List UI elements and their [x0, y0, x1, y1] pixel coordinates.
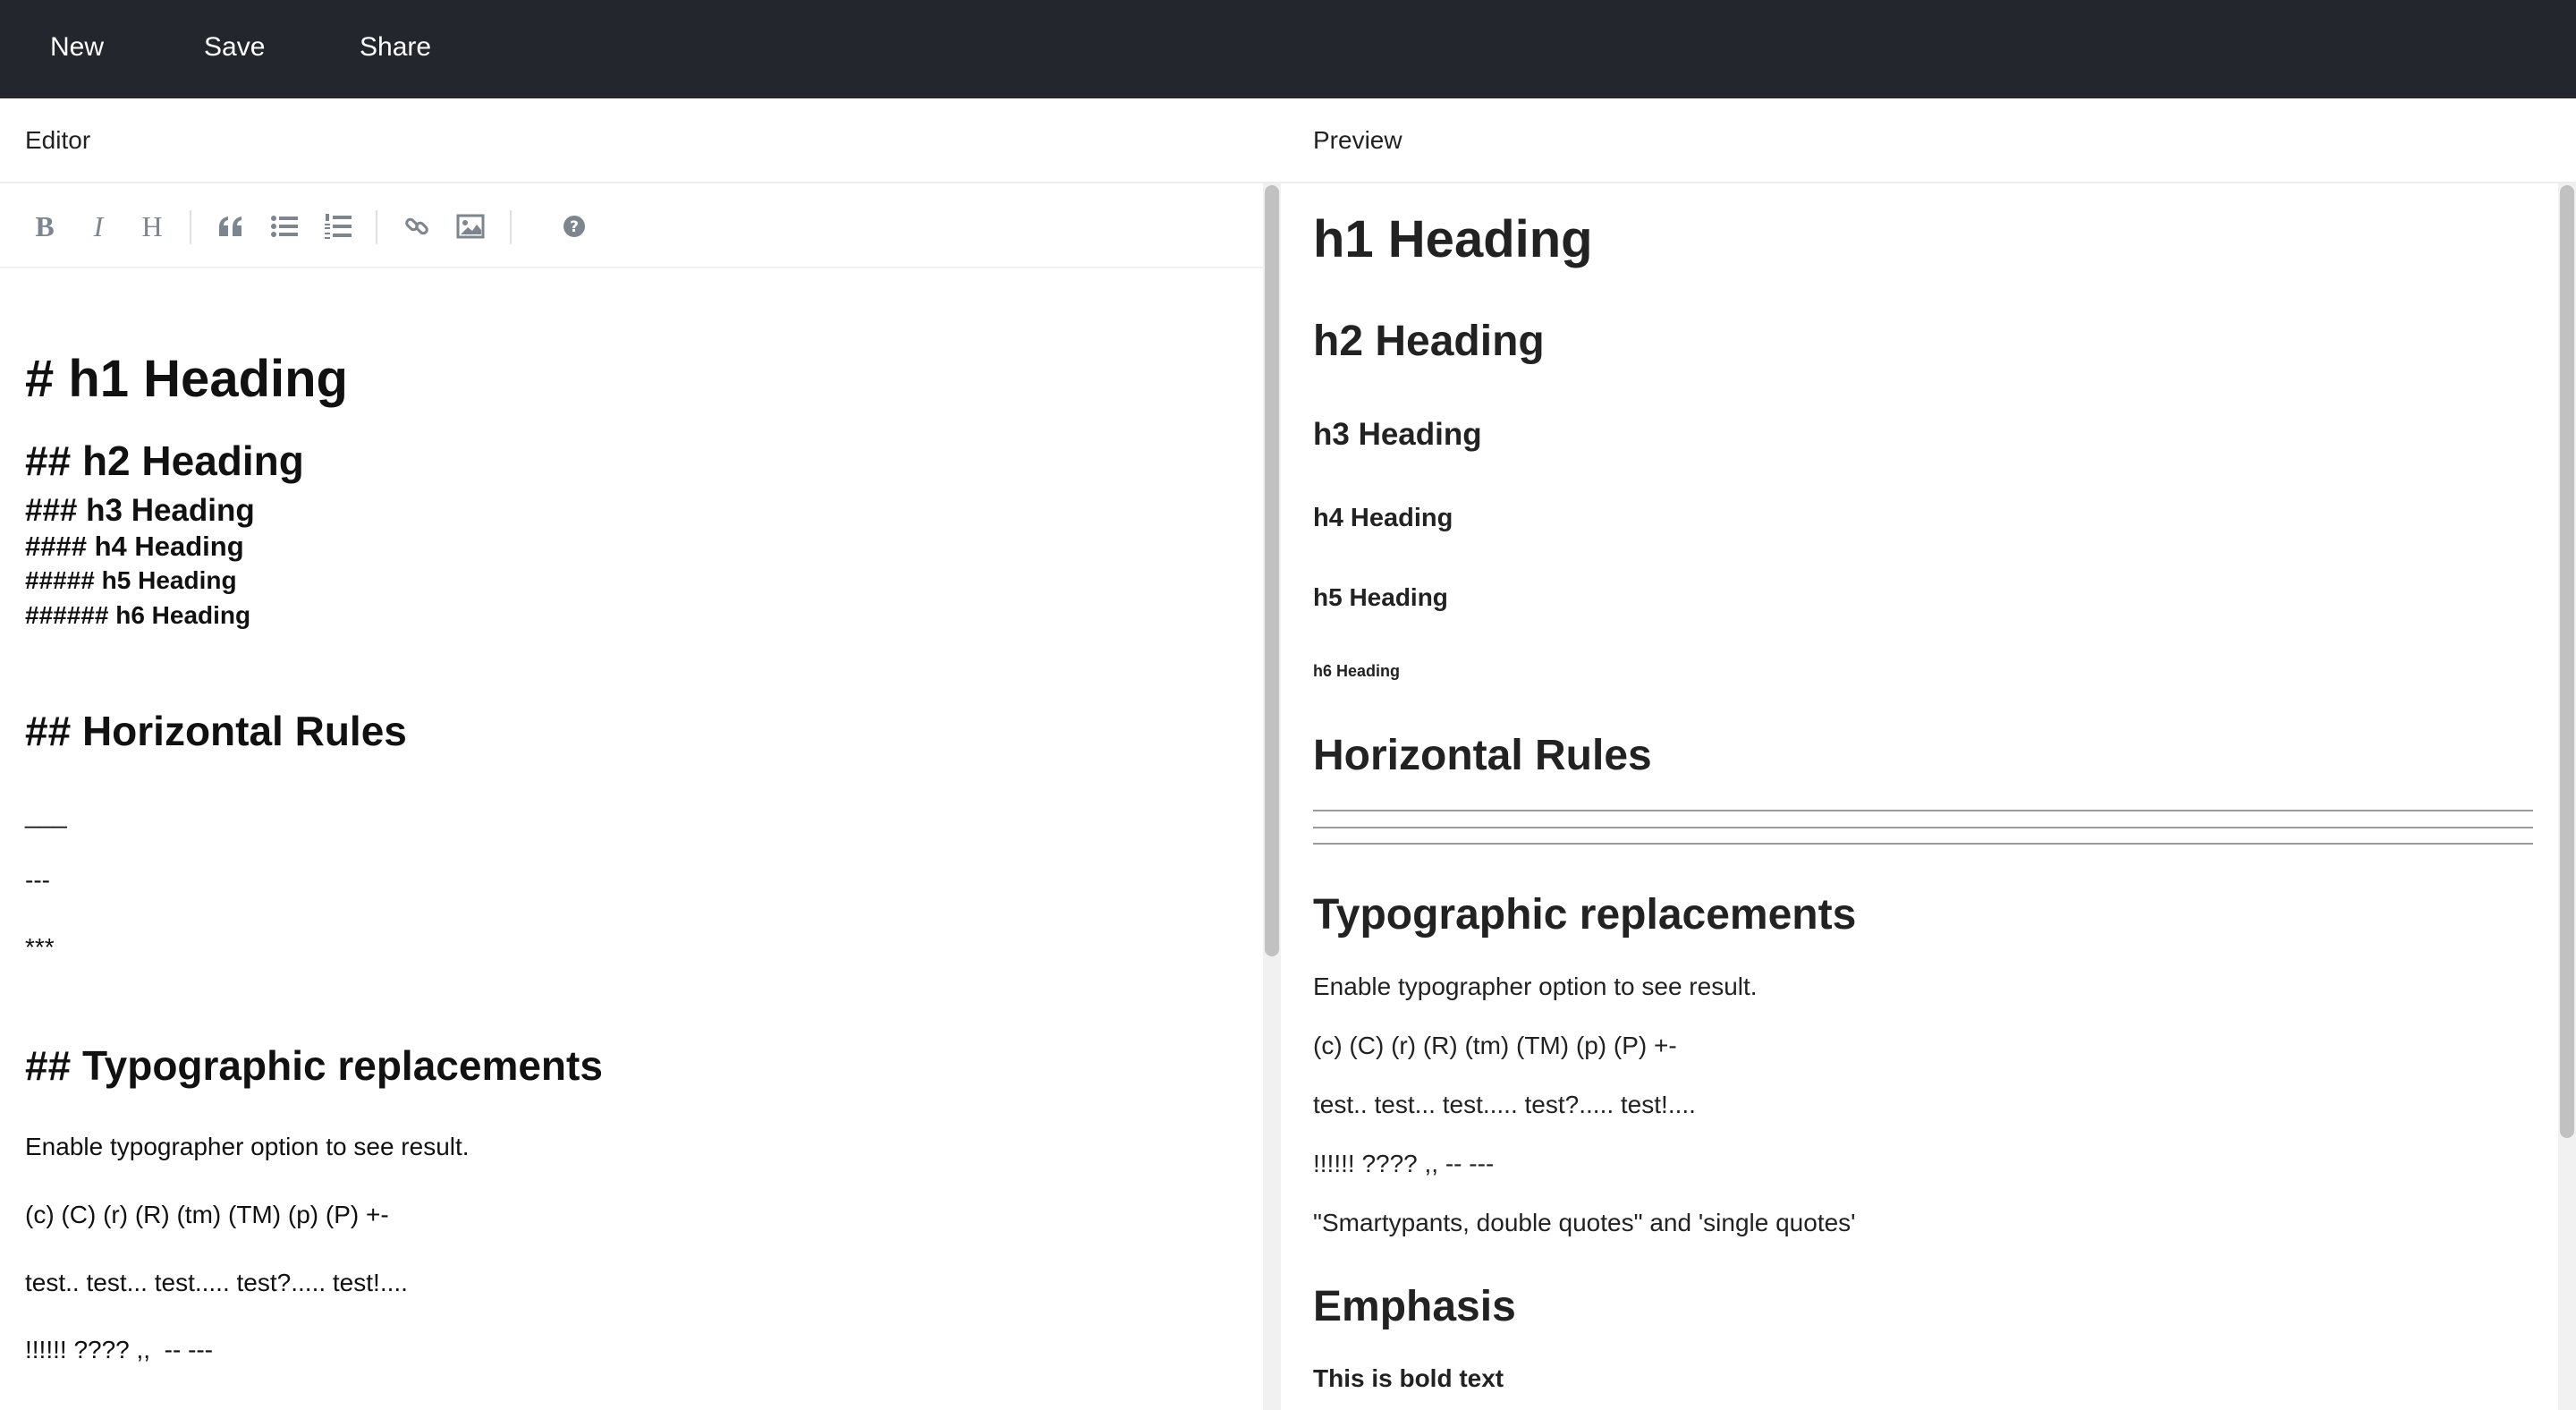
- preview-typo-symbols: (c) (C) (r) (R) (tm) (TM) (p) (P) +-: [1313, 1032, 1677, 1059]
- new-button[interactable]: New: [50, 27, 104, 68]
- editor-line-h2: ## h2 Heading: [25, 437, 304, 484]
- italic-icon[interactable]: I: [80, 208, 116, 244]
- preview-typo-desc: Enable typographer option to see result.: [1313, 973, 1758, 1000]
- preview-horizontal-rule: [1313, 810, 2533, 811]
- preview-h3: h3 Heading: [1313, 417, 1482, 452]
- editor-line-hr2: ---: [25, 866, 50, 894]
- editor-toolbar: B I H ?: [0, 183, 1263, 268]
- editor-line-h4: #### h4 Heading: [25, 531, 244, 562]
- preview-h5: h5 Heading: [1313, 583, 1448, 611]
- editor-line-typo-symbols: (c) (C) (r) (R) (tm) (TM) (p) (P) +-: [25, 1201, 389, 1228]
- preview-pane-title: Preview: [1313, 126, 1402, 154]
- toolbar-separator: [376, 210, 377, 244]
- editor-line-hr1: ___: [25, 801, 67, 828]
- editor-line-typo-desc: Enable typographer option to see result.: [25, 1133, 470, 1160]
- preview-smartypants: "Smartypants, double quotes" and 'single…: [1313, 1209, 1856, 1236]
- editor-line-typo-marks: !!!!!! ???? ,, -- ---: [25, 1336, 214, 1363]
- preview-h1: h1 Heading: [1313, 210, 1593, 268]
- editor-line-hr3: ***: [25, 933, 55, 961]
- editor-scrollbar-thumb[interactable]: [1265, 185, 1279, 956]
- preview-h6: h6 Heading: [1313, 662, 1401, 680]
- preview-emphasis-title: Emphasis: [1313, 1283, 1516, 1330]
- svg-text:?: ?: [570, 218, 579, 236]
- editor-line-hr-title: ## Horizontal Rules: [25, 708, 407, 754]
- save-button[interactable]: Save: [204, 27, 265, 68]
- preview-typo-title: Typographic replacements: [1313, 891, 1857, 939]
- ordered-list-icon[interactable]: [320, 208, 356, 244]
- toolbar-separator: [190, 210, 191, 244]
- image-icon[interactable]: [453, 208, 488, 244]
- preview-horizontal-rule: [1313, 843, 2533, 845]
- preview-scrollbar-thumb[interactable]: [2560, 185, 2574, 1138]
- preview-typo-marks: !!!!!! ???? ,, -- ---: [1313, 1150, 1495, 1177]
- share-button[interactable]: Share: [360, 27, 431, 68]
- top-navbar: New Save Share: [0, 0, 2576, 98]
- toolbar-divider: [0, 267, 1263, 268]
- image-icon-svg: [456, 214, 485, 239]
- preview-bold-text: This is bold text: [1313, 1364, 1504, 1392]
- link-icon[interactable]: [399, 208, 435, 244]
- ordered-list-icon-svg: [325, 214, 352, 239]
- editor-line-h5: ##### h5 Heading: [25, 566, 237, 594]
- help-icon-svg: ?: [564, 216, 585, 237]
- help-icon[interactable]: ?: [556, 208, 592, 244]
- preview-typo-dots: test.. test... test..... test?..... test…: [1313, 1091, 1696, 1118]
- unordered-list-icon[interactable]: [267, 208, 302, 244]
- quote-icon[interactable]: [213, 208, 249, 244]
- italic-icon-glyph: I: [93, 210, 104, 242]
- toolbar-separator: [510, 210, 512, 244]
- bold-icon[interactable]: B: [27, 208, 63, 244]
- heading-icon-glyph: H: [141, 210, 163, 242]
- editor-line-h6: ###### h6 Heading: [25, 601, 251, 629]
- preview-horizontal-rule: [1313, 827, 2533, 828]
- editor-pane-title: Editor: [25, 126, 91, 154]
- heading-icon[interactable]: H: [134, 208, 170, 244]
- editor-line-typo-title: ## Typographic replacements: [25, 1042, 603, 1089]
- editor-line-h3: ### h3 Heading: [25, 493, 255, 528]
- preview-hr-title: Horizontal Rules: [1313, 732, 1652, 779]
- unordered-list-icon-svg: [271, 216, 298, 237]
- preview-h4: h4 Heading: [1313, 504, 1453, 532]
- bold-icon-glyph: B: [35, 210, 55, 242]
- editor-line-h1: # h1 Heading: [25, 350, 348, 408]
- link-icon-svg: [405, 217, 428, 235]
- quote-icon-svg: [219, 217, 242, 236]
- preview-h2: h2 Heading: [1313, 318, 1545, 365]
- editor-line-typo-dots: test.. test... test..... test?..... test…: [25, 1269, 408, 1296]
